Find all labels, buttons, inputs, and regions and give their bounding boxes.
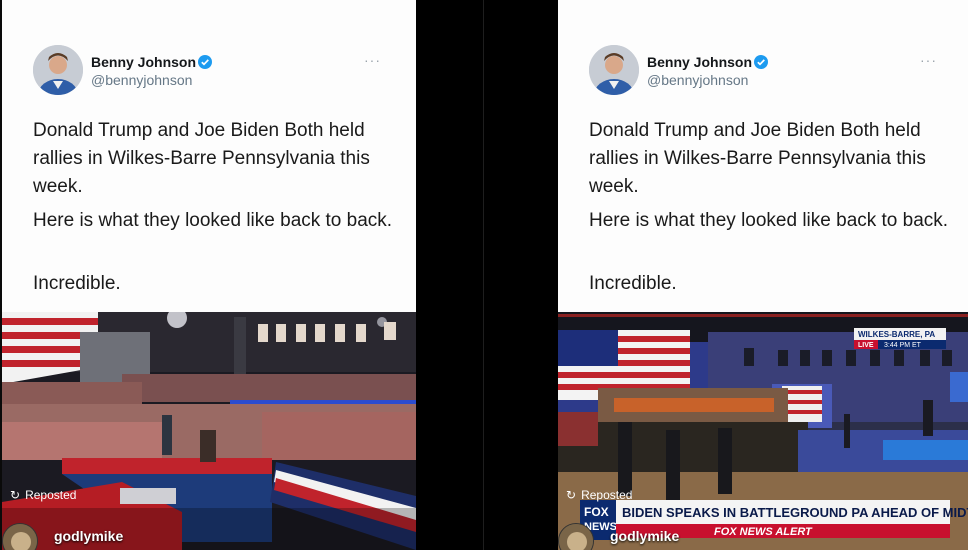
repost-indicator: ↻ Reposted (10, 486, 76, 503)
more-options-icon[interactable]: ··· (920, 52, 937, 68)
more-options-icon[interactable]: ··· (364, 52, 381, 68)
fox-logo-top: FOX (584, 505, 609, 519)
fox-time-label: 3:44 PM ET (884, 342, 922, 349)
author-handle: @bennyjohnson (91, 72, 193, 88)
tweet-card: Benny Johnson @bennyjohnson ··· Donald T… (558, 0, 968, 312)
tweet-paragraph-1: Donald Trump and Joe Biden Both held ral… (33, 120, 370, 197)
tweet-paragraph-1: Donald Trump and Joe Biden Both held ral… (589, 120, 926, 197)
verified-badge-icon (198, 55, 212, 69)
poster-username[interactable]: godlymike (54, 528, 123, 544)
video-panel-left[interactable]: Benny Johnson @bennyjohnson ··· Donald T… (2, 0, 416, 550)
repost-icon: ↻ (566, 487, 577, 502)
tweet-paragraph-3: Incredible. (33, 273, 121, 294)
author-avatar (589, 45, 639, 95)
fox-alert: FOX NEWS ALERT (714, 526, 813, 538)
poster-username[interactable]: godlymike (610, 528, 679, 544)
fox-headline: BIDEN SPEAKS IN BATTLEGROUND PA AHEAD OF… (622, 505, 968, 520)
repost-indicator: ↻ Reposted (566, 486, 632, 503)
center-divider (416, 0, 558, 550)
author-name: Benny Johnson (91, 54, 197, 70)
author-handle: @bennyjohnson (647, 72, 749, 88)
author-name: Benny Johnson (647, 54, 753, 70)
center-divider-line (483, 0, 484, 550)
verified-badge-icon (754, 55, 768, 69)
video-panel-right[interactable]: Benny Johnson @bennyjohnson ··· Donald T… (558, 0, 968, 550)
author-avatar (33, 45, 83, 95)
repost-label: Reposted (581, 487, 633, 502)
tweet-paragraph-2: Here is what they looked like back to ba… (33, 210, 393, 231)
biden-rally-video[interactable]: WILKES-BARRE, PA LIVE 3:44 PM ET FOX NEW… (558, 312, 968, 550)
fox-live-label: LIVE (858, 342, 874, 349)
trump-rally-video[interactable] (2, 312, 416, 550)
tweet-paragraph-2: Here is what they looked like back to ba… (589, 210, 949, 231)
tweet-card: Benny Johnson @bennyjohnson ··· Donald T… (2, 0, 416, 312)
repost-label: Reposted (25, 487, 77, 502)
tweet-paragraph-3: Incredible. (589, 273, 677, 294)
repost-icon: ↻ (10, 487, 21, 502)
fox-location-text: WILKES-BARRE, PA (858, 330, 935, 339)
